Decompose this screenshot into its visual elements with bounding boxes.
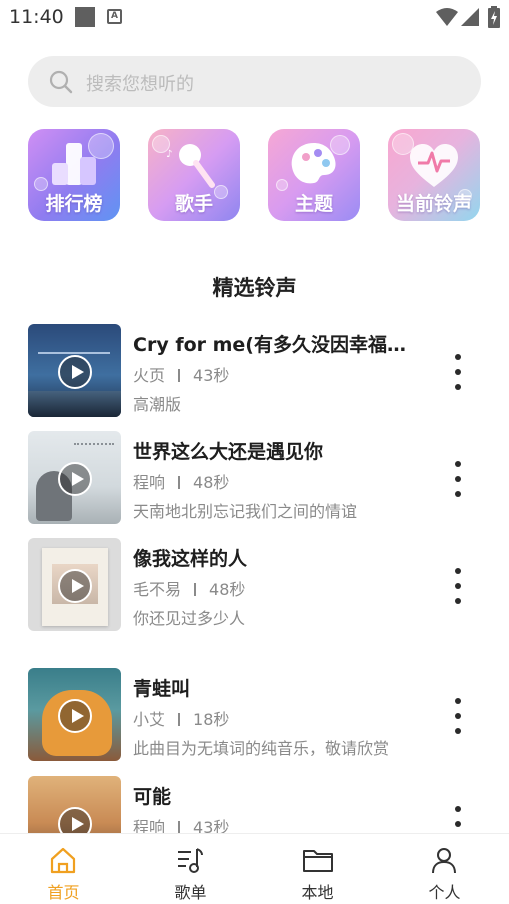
wifi-icon (436, 8, 458, 26)
song-artist: 程响 (133, 818, 166, 833)
category-label: 主题 (294, 193, 333, 215)
play-icon[interactable] (58, 699, 92, 733)
tab-home[interactable]: 首页 (0, 834, 127, 904)
category-ranking[interactable]: 排行榜 (28, 129, 120, 221)
palette-icon (291, 143, 336, 184)
song-duration: 43秒 (193, 818, 230, 833)
play-icon[interactable] (58, 355, 92, 389)
status-bar: 11:40 A (0, 0, 509, 36)
heart-pulse-icon (410, 144, 458, 187)
a-badge-icon: A (107, 9, 122, 24)
song-duration: 18秒 (193, 710, 230, 729)
search-icon (49, 70, 73, 94)
song-artist: 程响 (133, 473, 166, 492)
song-title: 可能 (133, 786, 172, 808)
play-icon[interactable] (58, 569, 92, 603)
song-meta: 小艾 18秒 (133, 706, 229, 730)
search-bar[interactable]: 搜索您想听的 (28, 56, 481, 107)
svg-text:♪: ♪ (166, 149, 172, 160)
more-options-icon[interactable] (450, 698, 466, 734)
tab-label: 个人 (428, 883, 461, 902)
home-icon (50, 847, 76, 874)
song-title: 世界这么大还是遇见你 (133, 441, 324, 463)
category-singer[interactable]: ♪ 歌手 (148, 129, 240, 221)
song-row[interactable]: 像我这样的人 毛不易 48秒 你还见过多少人 (28, 538, 498, 632)
category-row: 排行榜 ♪ 歌手 主题 当前铃声 (0, 129, 509, 221)
song-duration: 48秒 (193, 473, 230, 492)
song-artist: 火页 (133, 366, 166, 385)
microphone-icon: ♪ (166, 144, 215, 188)
tab-label: 本地 (301, 883, 334, 902)
song-meta: 程响 43秒 (133, 814, 229, 833)
song-row[interactable]: 青蛙叫 小艾 18秒 此曲目为无填词的纯音乐，敬请欣赏 (28, 668, 498, 762)
notification-square-icon (75, 7, 95, 27)
more-options-icon[interactable] (450, 354, 466, 390)
folder-icon (303, 850, 333, 872)
ranking-icon (52, 143, 96, 185)
category-current-ringtone[interactable]: 当前铃声 (388, 129, 480, 221)
song-row[interactable]: Cry for me(有多久没因幸福流... 火页 43秒 高潮版 (28, 324, 498, 418)
tab-local[interactable]: 本地 (254, 834, 381, 904)
song-description: 你还见过多少人 (133, 609, 246, 628)
song-duration: 43秒 (193, 366, 230, 385)
song-row[interactable]: 世界这么大还是遇见你 程响 48秒 天南地北别忘记我们之间的情谊 (28, 431, 498, 525)
song-meta: 火页 43秒 (133, 362, 229, 386)
status-time: 11:40 (9, 6, 64, 28)
tab-personal[interactable]: 个人 (381, 834, 508, 904)
tab-label: 首页 (47, 883, 80, 902)
category-label: 歌手 (174, 193, 213, 215)
song-description: 天南地北别忘记我们之间的情谊 (133, 502, 358, 521)
song-title: Cry for me(有多久没因幸福流... (133, 334, 413, 356)
song-cover[interactable] (28, 431, 121, 524)
song-cover[interactable] (28, 776, 121, 833)
song-cover[interactable] (28, 324, 121, 417)
battery-charging-icon (488, 6, 500, 28)
tab-playlist[interactable]: 歌单 (127, 834, 254, 904)
song-meta: 程响 48秒 (133, 469, 229, 493)
section-title: 精选铃声 (212, 276, 297, 300)
song-title: 像我这样的人 (133, 548, 248, 570)
song-description: 此曲目为无填词的纯音乐，敬请欣赏 (133, 739, 390, 758)
search-placeholder[interactable]: 搜索您想听的 (86, 70, 194, 96)
bottom-nav: 首页 歌单 本地 个人 (0, 833, 509, 904)
song-artist: 小艾 (133, 710, 166, 729)
song-description: 高潮版 (133, 395, 182, 414)
song-row[interactable]: 可能 程响 43秒 (28, 776, 498, 833)
category-theme[interactable]: 主题 (268, 129, 360, 221)
category-label: 排行榜 (45, 193, 103, 215)
tab-label: 歌单 (174, 883, 207, 902)
more-options-icon[interactable] (450, 461, 466, 497)
song-cover[interactable] (28, 538, 121, 631)
play-icon[interactable] (58, 807, 92, 833)
category-label: 当前铃声 (395, 193, 472, 215)
play-icon[interactable] (58, 462, 92, 496)
song-cover[interactable] (28, 668, 121, 761)
song-meta: 毛不易 48秒 (133, 576, 245, 600)
song-artist: 毛不易 (133, 580, 182, 599)
more-options-icon[interactable] (450, 568, 466, 604)
person-icon (432, 848, 456, 874)
playlist-icon (178, 848, 203, 873)
signal-icon (461, 8, 479, 26)
song-title: 青蛙叫 (133, 678, 191, 700)
song-duration: 48秒 (209, 580, 246, 599)
more-options-icon[interactable] (450, 806, 466, 833)
